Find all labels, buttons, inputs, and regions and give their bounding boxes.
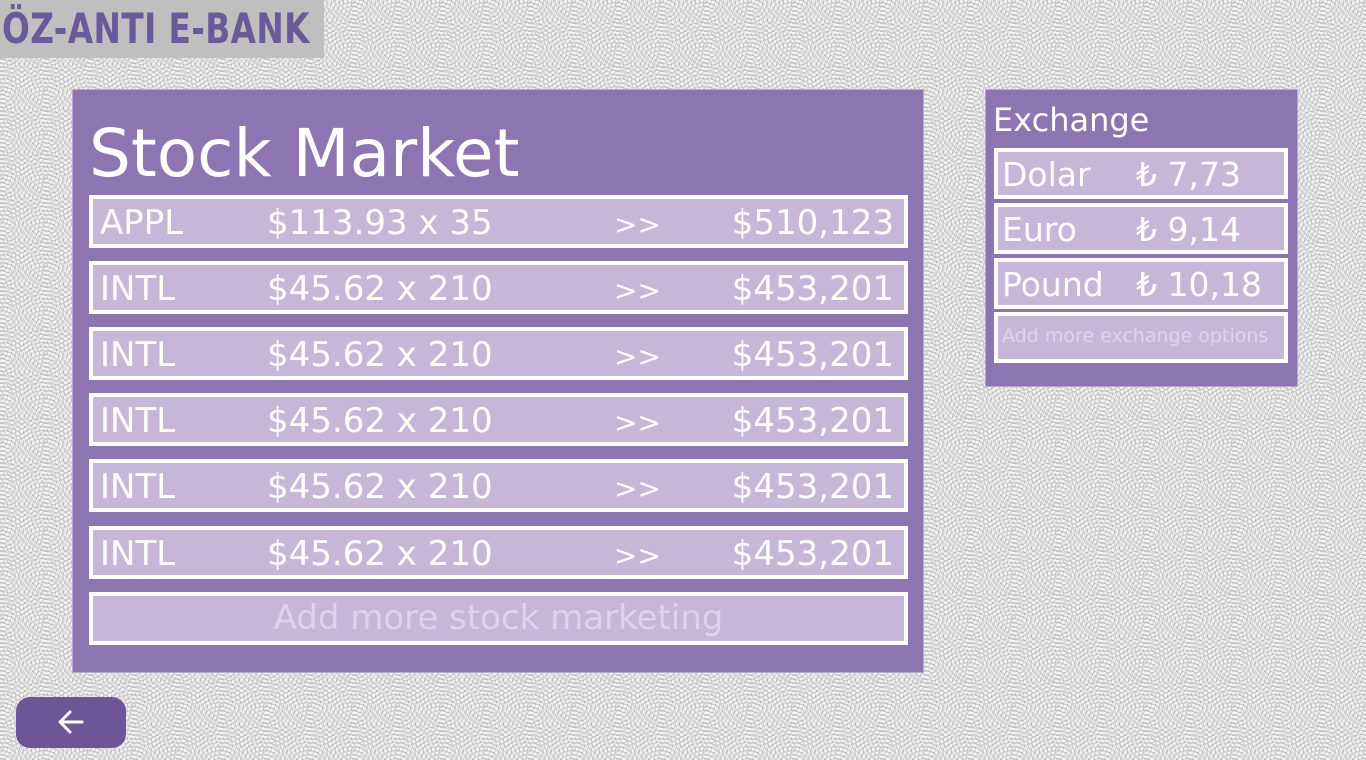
exchange-row[interactable]: Dolar ₺ 7,73 bbox=[994, 148, 1288, 199]
stock-price-quantity: $113.93 x 35 bbox=[267, 203, 493, 243]
stock-price-quantity: $45.62 x 210 bbox=[267, 467, 493, 507]
exchange-currency: Dolar bbox=[1002, 155, 1091, 194]
stock-symbol: APPL bbox=[100, 203, 184, 243]
stock-market-title: Stock Market bbox=[89, 115, 520, 192]
back-button[interactable] bbox=[16, 697, 126, 748]
stock-total: $453,201 bbox=[731, 467, 894, 507]
stock-arrow: >> bbox=[614, 539, 661, 572]
exchange-rate: ₺ 7,73 bbox=[1136, 155, 1241, 194]
stock-row[interactable]: INTL $45.62 x 210 >> $453,201 bbox=[89, 526, 908, 579]
stock-symbol: INTL bbox=[100, 467, 176, 507]
stock-row[interactable]: INTL $45.62 x 210 >> $453,201 bbox=[89, 261, 908, 314]
stock-price-quantity: $45.62 x 210 bbox=[267, 401, 493, 441]
stock-row[interactable]: INTL $45.62 x 210 >> $453,201 bbox=[89, 459, 908, 512]
stock-total: $453,201 bbox=[731, 534, 894, 574]
stock-price-quantity: $45.62 x 210 bbox=[267, 534, 493, 574]
stock-symbol: INTL bbox=[100, 534, 176, 574]
stock-arrow: >> bbox=[614, 208, 661, 241]
exchange-row[interactable]: Pound ₺ 10,18 bbox=[994, 258, 1288, 309]
stock-total: $453,201 bbox=[731, 269, 894, 309]
stock-arrow: >> bbox=[614, 472, 661, 505]
stock-price-quantity: $45.62 x 210 bbox=[267, 335, 493, 375]
exchange-currency: Pound bbox=[1002, 265, 1104, 304]
exchange-currency: Euro bbox=[1002, 210, 1077, 249]
exchange-rate: ₺ 10,18 bbox=[1136, 265, 1262, 304]
stock-market-panel: Stock Market APPL $113.93 x 35 >> $510,1… bbox=[72, 89, 924, 673]
stock-symbol: INTL bbox=[100, 269, 176, 309]
stock-arrow: >> bbox=[614, 406, 661, 439]
stock-row[interactable]: INTL $45.62 x 210 >> $453,201 bbox=[89, 327, 908, 380]
stock-total: $453,201 bbox=[731, 401, 894, 441]
stock-total: $453,201 bbox=[731, 335, 894, 375]
stock-arrow: >> bbox=[614, 340, 661, 373]
stock-total: $510,123 bbox=[731, 203, 894, 243]
app-logo: ÖZ-ANTI E-BANK bbox=[0, 0, 324, 58]
stock-symbol: INTL bbox=[100, 335, 176, 375]
logo-text: ÖZ-ANTI E-BANK bbox=[2, 4, 310, 53]
add-stock-button[interactable]: Add more stock marketing bbox=[89, 592, 908, 645]
exchange-panel: Exchange Dolar ₺ 7,73 Euro ₺ 9,14 Pound … bbox=[985, 89, 1298, 387]
exchange-rate: ₺ 9,14 bbox=[1136, 210, 1241, 249]
stock-symbol: INTL bbox=[100, 401, 176, 441]
stock-price-quantity: $45.62 x 210 bbox=[267, 269, 493, 309]
add-exchange-button[interactable]: Add more exchange options bbox=[994, 312, 1288, 363]
exchange-title: Exchange bbox=[993, 101, 1150, 139]
arrow-left-icon bbox=[58, 710, 84, 734]
stock-row[interactable]: INTL $45.62 x 210 >> $453,201 bbox=[89, 393, 908, 446]
exchange-row[interactable]: Euro ₺ 9,14 bbox=[994, 203, 1288, 254]
stock-row[interactable]: APPL $113.93 x 35 >> $510,123 bbox=[89, 195, 908, 248]
stock-arrow: >> bbox=[614, 274, 661, 307]
